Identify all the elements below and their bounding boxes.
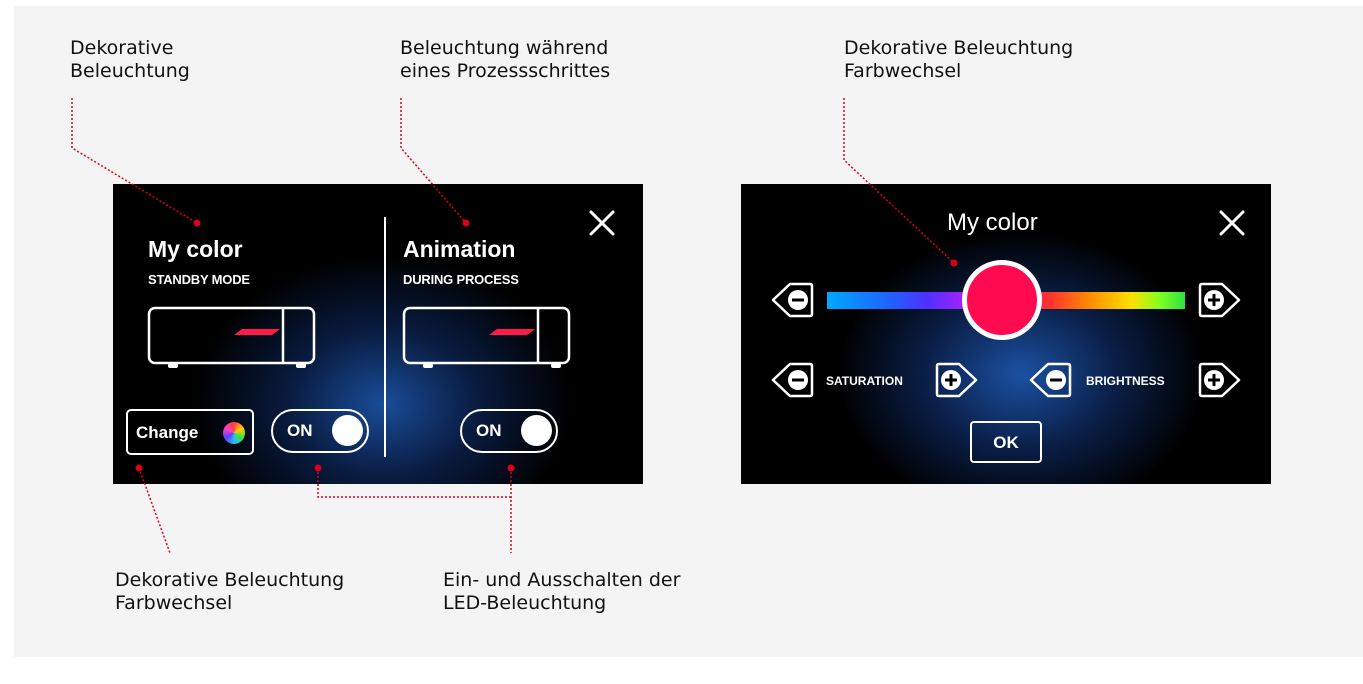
leader-line (317, 468, 511, 498)
annotation-leaders (71, 98, 958, 554)
annotation-dot (193, 219, 201, 227)
annotation-dot (135, 464, 143, 472)
leader-line (138, 467, 171, 554)
annotation-dot (507, 464, 515, 472)
leader-line (71, 98, 198, 224)
leader-line (400, 98, 467, 224)
leader-line (843, 98, 955, 264)
annotation-dot (950, 259, 958, 267)
annotation-dot (462, 219, 470, 227)
annotation-dot (314, 464, 322, 472)
